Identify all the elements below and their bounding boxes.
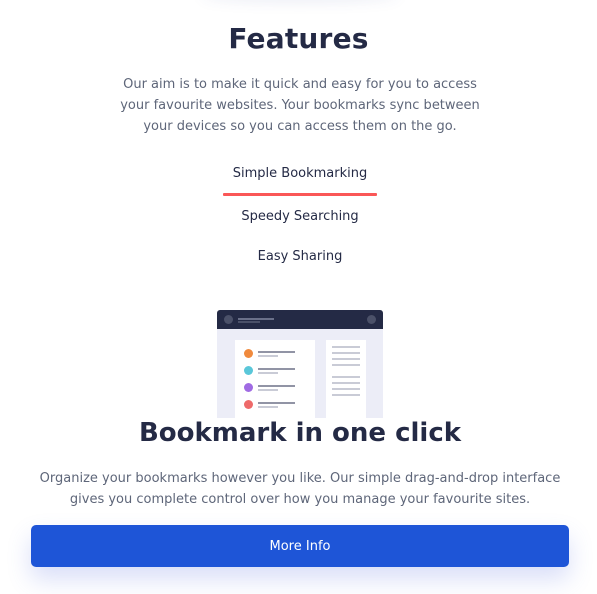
side-panel [326, 340, 366, 418]
bookmark-line [258, 351, 295, 353]
bookmark-row [244, 400, 308, 410]
side-line [332, 358, 360, 360]
toolbar-dot-icon [224, 315, 233, 324]
tab-speedy-searching[interactable]: Speedy Searching [0, 209, 597, 224]
side-line [332, 376, 360, 378]
bookmark-line [258, 406, 278, 408]
side-line [332, 382, 360, 384]
side-line [332, 394, 360, 396]
bookmark-dot-icon [244, 383, 253, 392]
bookmark-dot-icon [244, 366, 253, 375]
bookmark-row [244, 383, 308, 393]
side-line [332, 364, 360, 366]
bookmark-row [244, 349, 308, 359]
bookmark-dot-icon [244, 349, 253, 358]
bookmark-dot-icon [244, 400, 253, 409]
side-line [332, 346, 360, 348]
features-title: Features [228, 22, 369, 55]
panel-heading: Bookmark in one click [138, 418, 462, 448]
browser-body [217, 329, 383, 418]
bookmark-row [244, 366, 308, 376]
toolbar-line [238, 321, 260, 323]
bookmark-line [258, 372, 278, 374]
side-line [332, 352, 360, 354]
bookmark-line [258, 385, 295, 387]
panel-description: Organize your bookmarks however you like… [39, 471, 561, 507]
toolbar-line [238, 318, 274, 320]
bookmark-line [258, 389, 278, 391]
bookmark-line [258, 368, 295, 370]
more-info-button[interactable]: More Info [31, 525, 569, 567]
active-tab-indicator [223, 193, 377, 196]
bookmark-illustration [217, 310, 383, 418]
tab-simple-bookmarking[interactable]: Simple Bookmarking [0, 166, 597, 181]
bookmark-line [258, 402, 295, 404]
side-line [332, 388, 360, 390]
bookmark-list-panel [235, 340, 315, 418]
features-intro: Our aim is to make it quick and easy for… [120, 77, 480, 134]
browser-toolbar [217, 310, 383, 329]
toolbar-dot-icon [367, 315, 376, 324]
tab-easy-sharing[interactable]: Easy Sharing [0, 249, 597, 264]
bookmark-line [258, 355, 278, 357]
